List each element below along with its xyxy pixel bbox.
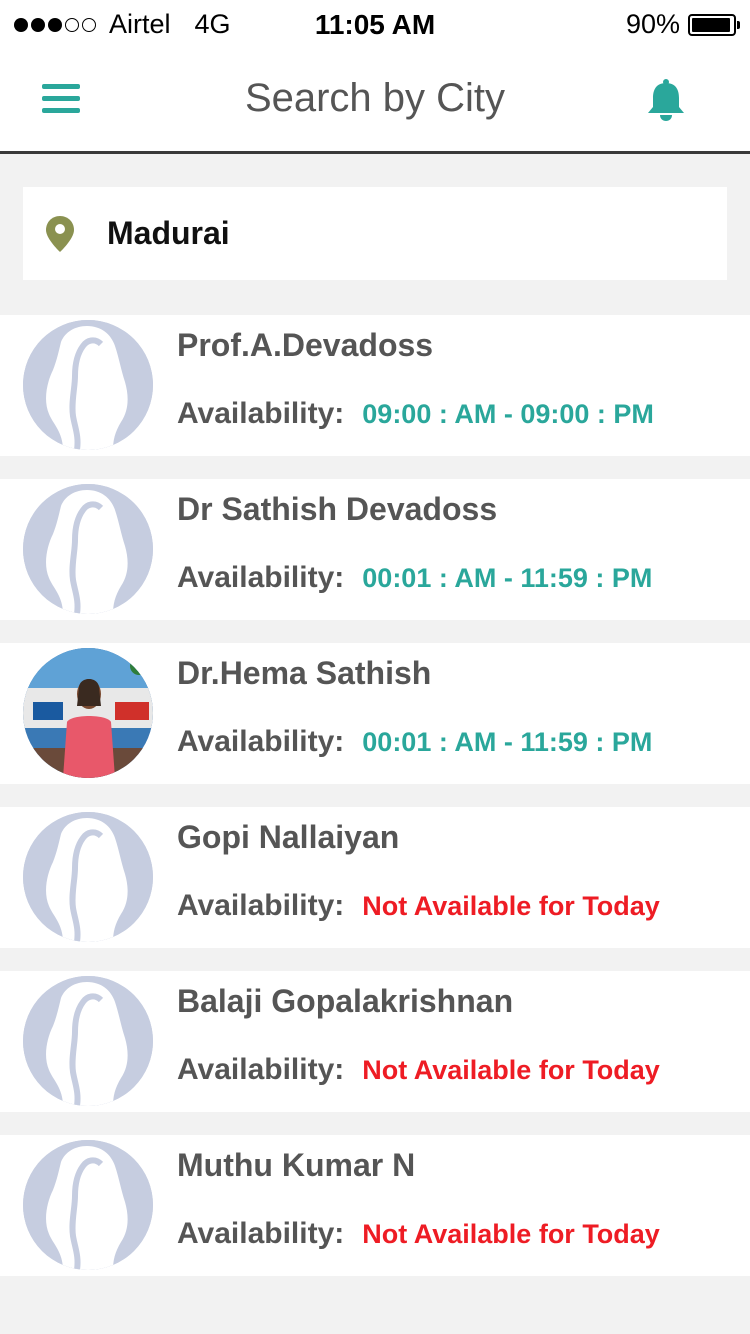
availability-value: Not Available for Today (362, 1055, 660, 1085)
availability-value: Not Available for Today (362, 891, 660, 921)
availability-value: Not Available for Today (362, 1219, 660, 1249)
doctor-card-5[interactable]: Balaji Gopalakrishnan Availability: Not … (0, 971, 750, 1112)
doctor-name: Gopi Nallaiyan (177, 819, 400, 855)
doctor-name: Balaji Gopalakrishnan (177, 983, 514, 1019)
doctor-card-3[interactable]: Dr.Hema Sathish Availability: 00:01 : AM… (0, 643, 750, 784)
doctor-name: Dr.Hema Sathish (177, 655, 432, 691)
nav-bar: Search by City (0, 50, 750, 154)
battery-icon (688, 13, 740, 36)
avatar (23, 976, 153, 1106)
doctor-card-1[interactable]: Prof.A.Devadoss Availability: 09:00 : AM… (0, 315, 750, 456)
availability-label: Availability: (177, 1217, 345, 1250)
city-search-input[interactable] (107, 209, 687, 257)
availability-row: Availability: 00:01 : AM - 11:59 : PM (177, 561, 652, 595)
availability-label: Availability: (177, 1053, 345, 1086)
location-pin-icon (46, 216, 74, 252)
person-silhouette-icon (23, 812, 153, 942)
availability-row: Availability: Not Available for Today (177, 1053, 660, 1087)
status-bar: Airtel 4G 11:05 AM 90% (0, 0, 750, 50)
person-silhouette-icon (23, 320, 153, 450)
doctor-list: Prof.A.Devadoss Availability: 09:00 : AM… (0, 315, 750, 1299)
doctor-card-6[interactable]: Muthu Kumar N Availability: Not Availabl… (0, 1135, 750, 1276)
doctor-card-2[interactable]: Dr Sathish Devadoss Availability: 00:01 … (0, 479, 750, 620)
avatar (23, 320, 153, 450)
city-search-box[interactable] (23, 187, 727, 280)
availability-value: 09:00 : AM - 09:00 : PM (362, 399, 654, 429)
doctor-card-4[interactable]: Gopi Nallaiyan Availability: Not Availab… (0, 807, 750, 948)
availability-label: Availability: (177, 725, 345, 758)
battery-percent: 90% (625, 9, 680, 39)
availability-label: Availability: (177, 397, 345, 430)
avatar (23, 1140, 153, 1270)
availability-value: 00:01 : AM - 11:59 : PM (362, 563, 653, 593)
doctor-photo (23, 648, 153, 778)
person-silhouette-icon (23, 484, 153, 614)
person-silhouette-icon (23, 1140, 153, 1270)
doctor-name: Prof.A.Devadoss (177, 327, 434, 363)
avatar (23, 812, 153, 942)
avatar (23, 648, 153, 778)
doctor-name: Dr Sathish Devadoss (177, 491, 498, 527)
page-title: Search by City (244, 76, 506, 120)
availability-value: 00:01 : AM - 11:59 : PM (362, 727, 653, 757)
availability-row: Availability: Not Available for Today (177, 1217, 660, 1251)
availability-label: Availability: (177, 889, 345, 922)
doctor-name: Muthu Kumar N (177, 1147, 416, 1183)
person-silhouette-icon (23, 976, 153, 1106)
avatar (23, 484, 153, 614)
bell-icon[interactable] (644, 78, 688, 122)
availability-row: Availability: 09:00 : AM - 09:00 : PM (177, 397, 654, 431)
availability-row: Availability: Not Available for Today (177, 889, 660, 923)
status-bar-right: 90% (625, 9, 740, 40)
availability-row: Availability: 00:01 : AM - 11:59 : PM (177, 725, 652, 759)
availability-label: Availability: (177, 561, 345, 594)
